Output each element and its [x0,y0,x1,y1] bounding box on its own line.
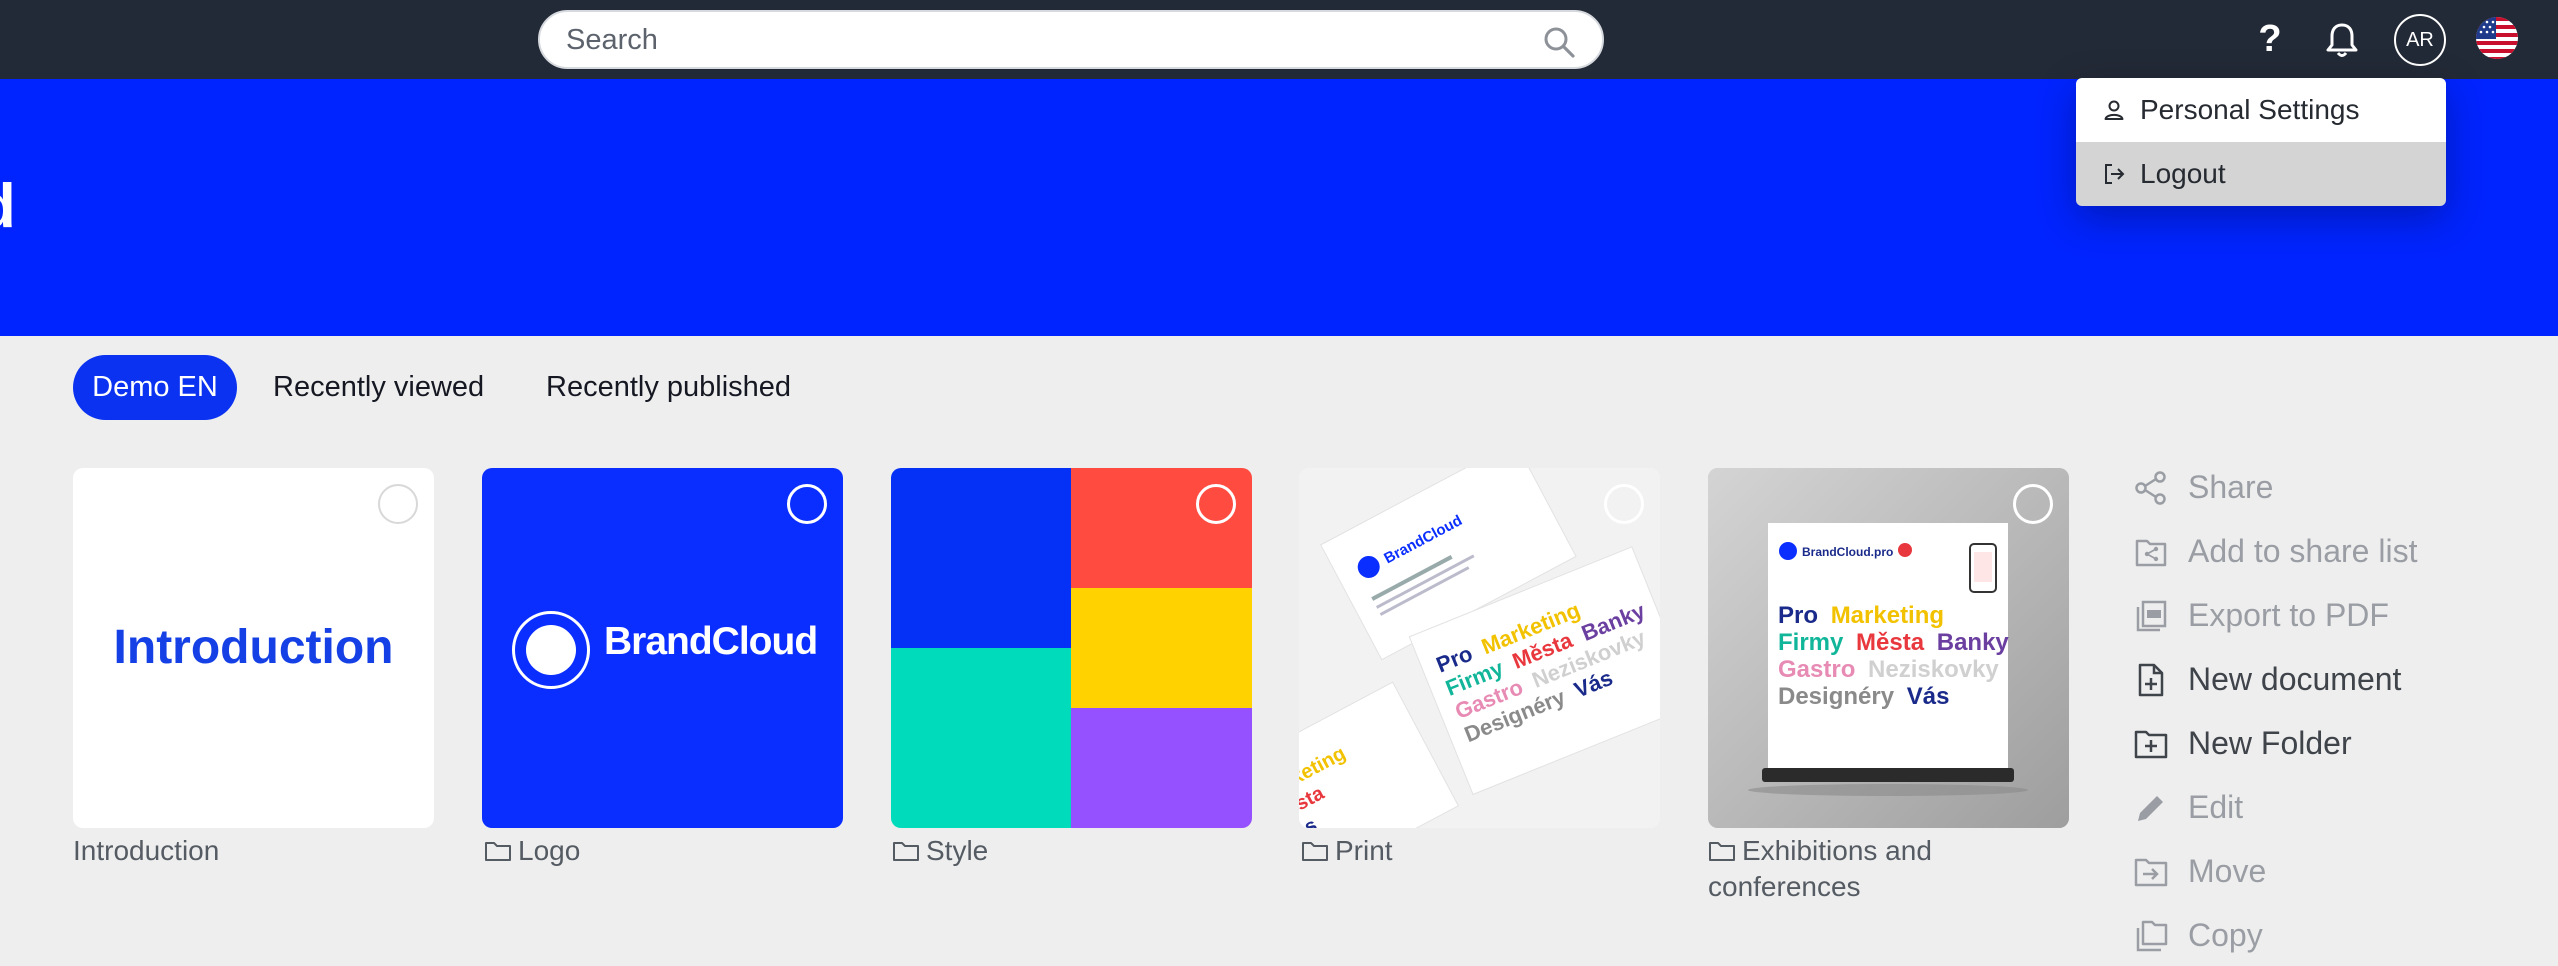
action-label: New document [2188,661,2402,697]
logout-icon [2105,164,2125,184]
action-label: Copy [2188,917,2263,953]
card-caption-label: Style [926,835,989,866]
folder-icon [1302,842,1328,861]
rollup-word: Neziskovky [1868,656,1999,683]
card-introduction[interactable]: Introduction [73,468,434,828]
brandcloud-logo-icon [512,611,590,689]
rollup-word: Marketing [1831,602,1944,629]
menu-item-personal-settings[interactable]: Personal Settings [2076,78,2446,142]
menu-item-logout[interactable]: Logout [2076,142,2446,206]
card-print[interactable]: BrandCloud Pro Marketing Firmy Města Ban… [1299,468,1660,828]
svg-text:Designéry Vás: Designéry Vás [1778,683,1949,710]
share-icon [2135,471,2166,505]
folder-icon [485,842,511,861]
help-button[interactable]: ? [2250,16,2290,62]
rollup-word: Vás [1907,683,1950,710]
rollup-word: Města [1856,629,1925,656]
tab-recently-published[interactable]: Recently published [546,355,791,420]
rollup-word: Banky [1937,629,2010,656]
card-logo[interactable]: BrandCloud [482,468,843,828]
action-label: Add to share list [2188,533,2418,569]
copy-icon [2136,920,2168,952]
card-exhibitions[interactable]: BrandCloud.pro Pro Marketing Firmy Města… [1708,468,2069,828]
folder-icon [1709,842,1735,861]
card-caption[interactable]: Exhibitions and conferences [1708,833,2008,905]
avatar-button[interactable]: AR [2394,14,2446,66]
person-icon [2104,100,2124,120]
move-folder-icon [2134,858,2168,887]
select-checkbox[interactable] [787,484,827,524]
pdf-icon [2136,600,2167,632]
rollup-brand-text: BrandCloud.pro [1802,545,1893,559]
banner-title: BrandCloud [0,171,16,242]
style-color-blocks [891,468,1252,828]
search-input[interactable] [564,12,1548,69]
folder-icon [893,842,919,861]
pencil-icon [2138,796,2163,821]
new-folder-icon [2134,730,2168,759]
action-label: New Folder [2188,725,2352,761]
us-flag-language-icon[interactable] [2476,17,2518,59]
svg-text:Pro Marketing: Pro Marketing [1778,602,1944,629]
top-bar: ? AR [0,0,2558,79]
select-checkbox[interactable] [2013,484,2053,524]
card-caption[interactable]: Print [1301,833,1393,869]
action-label: Share [2188,469,2274,505]
select-checkbox[interactable] [1196,484,1236,524]
search-icon[interactable] [1542,25,1576,59]
new-document-icon [2138,663,2164,697]
tab-recently-viewed[interactable]: Recently viewed [273,355,484,420]
user-menu-dropdown: Personal Settings Logout [2076,78,2446,206]
rollup-word: Designéry [1778,683,1895,710]
card-style[interactable] [891,468,1252,828]
svg-text:Firmy Města Banky: Firmy Města Banky [1778,629,2009,656]
notifications-bell-icon[interactable] [2322,20,2362,60]
rollup-word: Gastro [1778,656,1855,683]
card-caption-label: Exhibitions and conferences [1708,835,1932,902]
tab-demo-en[interactable]: Demo EN [73,355,237,420]
menu-item-label: Logout [2140,158,2226,189]
select-checkbox[interactable] [378,484,418,524]
card-caption-label: Print [1335,835,1393,866]
action-label: Export to PDF [2188,597,2389,633]
print-thumbnail: BrandCloud Pro Marketing Firmy Města Ban… [1299,468,1660,828]
action-label: Move [2188,853,2267,889]
action-label: Edit [2188,789,2244,825]
card-caption[interactable]: Logo [484,833,580,869]
card-caption-label: Logo [518,835,581,866]
exhibitions-thumbnail: BrandCloud.pro Pro Marketing Firmy Města… [1708,468,2069,828]
menu-item-label: Personal Settings [2140,94,2360,125]
card-thumbnail-text: Introduction [113,621,394,674]
add-to-share-list-icon [2135,539,2167,567]
rollup-word: Firmy [1778,629,1844,656]
rollup-word: Pro [1778,602,1818,629]
card-caption[interactable]: Introduction [73,833,219,869]
card-caption[interactable]: Style [892,833,988,869]
select-checkbox[interactable] [1604,484,1644,524]
svg-text:Gastro Neziskovky: Gastro Neziskovky [1778,656,1999,683]
card-caption-label: Introduction [73,835,220,866]
card-thumbnail-text: BrandCloud [604,620,818,663]
search-box[interactable] [538,10,1604,69]
